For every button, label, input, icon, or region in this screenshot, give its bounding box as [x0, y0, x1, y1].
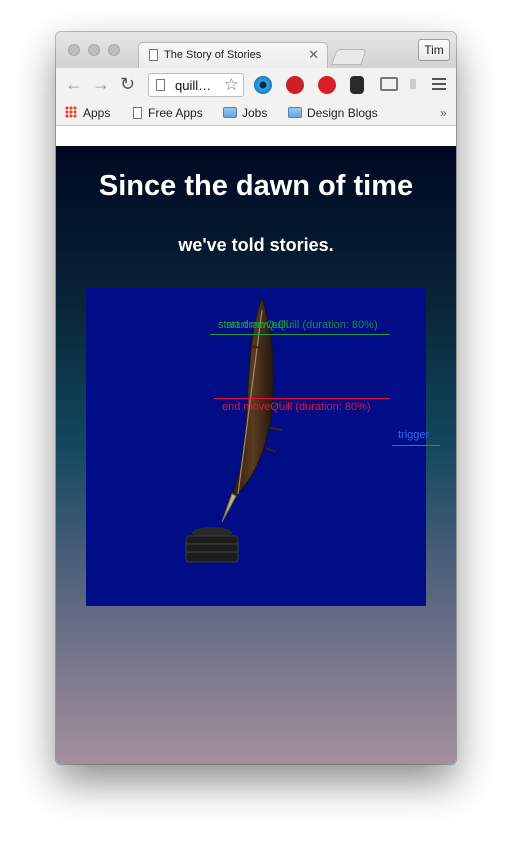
bookmark-free-apps[interactable]: Free Apps [133, 106, 203, 120]
address-bar[interactable]: quill… ☆ [148, 73, 244, 97]
bookmarks-bar: Apps Free Apps Jobs Design Blogs » [56, 102, 456, 126]
tab-title: The Story of Stories [164, 49, 262, 61]
pinterest-icon[interactable] [286, 76, 304, 94]
title-bar: The Story of Stories ✕ Tim [56, 32, 456, 68]
page-icon [149, 49, 158, 61]
bookmark-star-icon[interactable]: ☆ [224, 75, 239, 95]
end-marker-line [214, 398, 390, 399]
reload-icon[interactable]: ↻ [120, 75, 135, 93]
url-text[interactable]: quill… [175, 78, 211, 93]
browser-tab[interactable]: The Story of Stories ✕ [138, 42, 328, 68]
end-marker-label: end moveQuill (duration: 80%) [222, 401, 371, 413]
folder-icon [288, 107, 302, 118]
inkwell-icon [185, 527, 239, 563]
adblock-plus-icon[interactable] [318, 76, 336, 94]
toolbar: ← → ↻ quill… ☆ [56, 68, 456, 102]
apps-grid-icon [65, 106, 77, 118]
page-icon [156, 79, 165, 91]
close-window-button[interactable] [68, 44, 80, 56]
menu-icon[interactable] [432, 78, 446, 90]
page-icon [133, 107, 142, 119]
trigger-marker-label: trigger [398, 429, 430, 441]
cast-icon[interactable] [380, 77, 398, 91]
owl-extension-icon[interactable] [350, 76, 364, 94]
start-marker-line [210, 334, 390, 335]
extension-icon[interactable] [410, 79, 416, 89]
browser-window: The Story of Stories ✕ Tim ← → ↻ quill… … [56, 32, 456, 764]
start-marker-label: start moveQuill (duration: 80%) [226, 319, 378, 331]
trigger-marker-line [392, 445, 440, 446]
close-tab-icon[interactable]: ✕ [308, 47, 319, 63]
back-icon[interactable]: ← [65, 75, 83, 93]
forward-icon[interactable]: → [92, 75, 110, 93]
page-heading: Since the dawn of time [98, 170, 414, 202]
eye-extension-icon[interactable] [254, 76, 272, 94]
quill-illustration [185, 296, 283, 563]
minimize-window-button[interactable] [88, 44, 100, 56]
bookmark-jobs[interactable]: Jobs [223, 106, 267, 120]
bookmark-design-blogs[interactable]: Design Blogs [288, 106, 378, 120]
bookmark-apps[interactable]: Apps [65, 106, 110, 120]
page-subheading: we've told stories. [178, 235, 334, 255]
folder-icon [223, 107, 237, 118]
profile-button[interactable]: Tim [418, 39, 450, 61]
page-content: Since the dawn of time we've told storie… [56, 126, 456, 764]
new-tab-button[interactable] [331, 49, 367, 65]
zoom-window-button[interactable] [108, 44, 120, 56]
animation-stage: start drawQuill start moveQuill (duratio… [86, 288, 440, 606]
bookmarks-overflow-icon[interactable]: » [440, 106, 447, 120]
